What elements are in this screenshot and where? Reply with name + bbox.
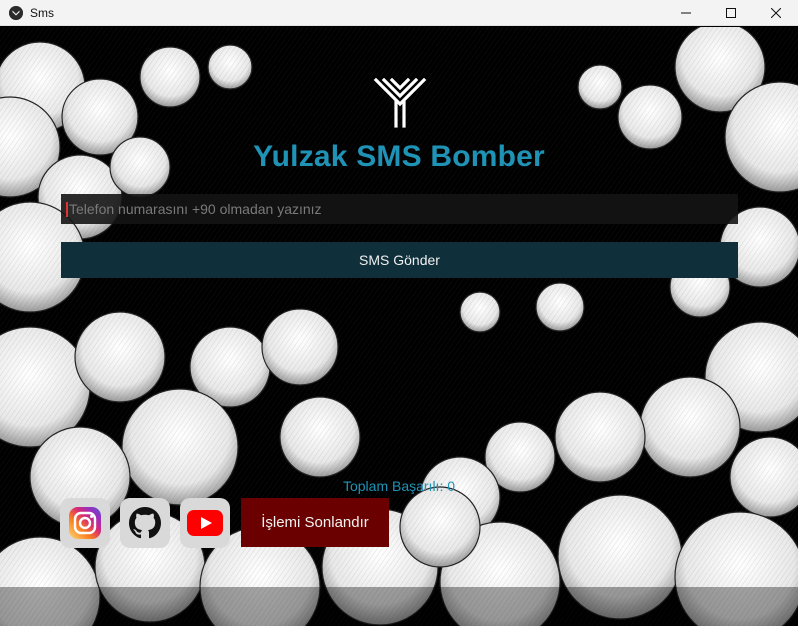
phone-number-input[interactable] [61,194,738,224]
instagram-icon [69,507,101,539]
github-button[interactable] [120,498,170,548]
youtube-button[interactable] [180,498,230,548]
close-icon [771,8,781,18]
minimize-icon [681,12,691,14]
yulzak-logo [373,78,427,128]
maximize-button[interactable] [708,0,754,26]
minimize-button[interactable] [663,0,709,26]
maximize-icon [726,8,736,18]
terminate-process-button[interactable]: İşlemi Sonlandır [241,498,389,547]
close-button[interactable] [753,0,798,26]
text-cursor [66,202,68,217]
github-icon [129,507,161,539]
window-title: Sms [30,6,54,20]
kivy-app-icon [9,6,23,20]
youtube-icon [187,510,223,536]
send-sms-button[interactable]: SMS Gönder [61,242,738,278]
instagram-button[interactable] [60,498,110,548]
app-title: Yulzak SMS Bomber [253,140,545,173]
total-success-label: Toplam Başarılı: 0 [342,478,456,494]
app-canvas: Yulzak SMS Bomber SMS Gönder Toplam Başa… [0,27,798,626]
window-titlebar: Sms [0,0,798,26]
